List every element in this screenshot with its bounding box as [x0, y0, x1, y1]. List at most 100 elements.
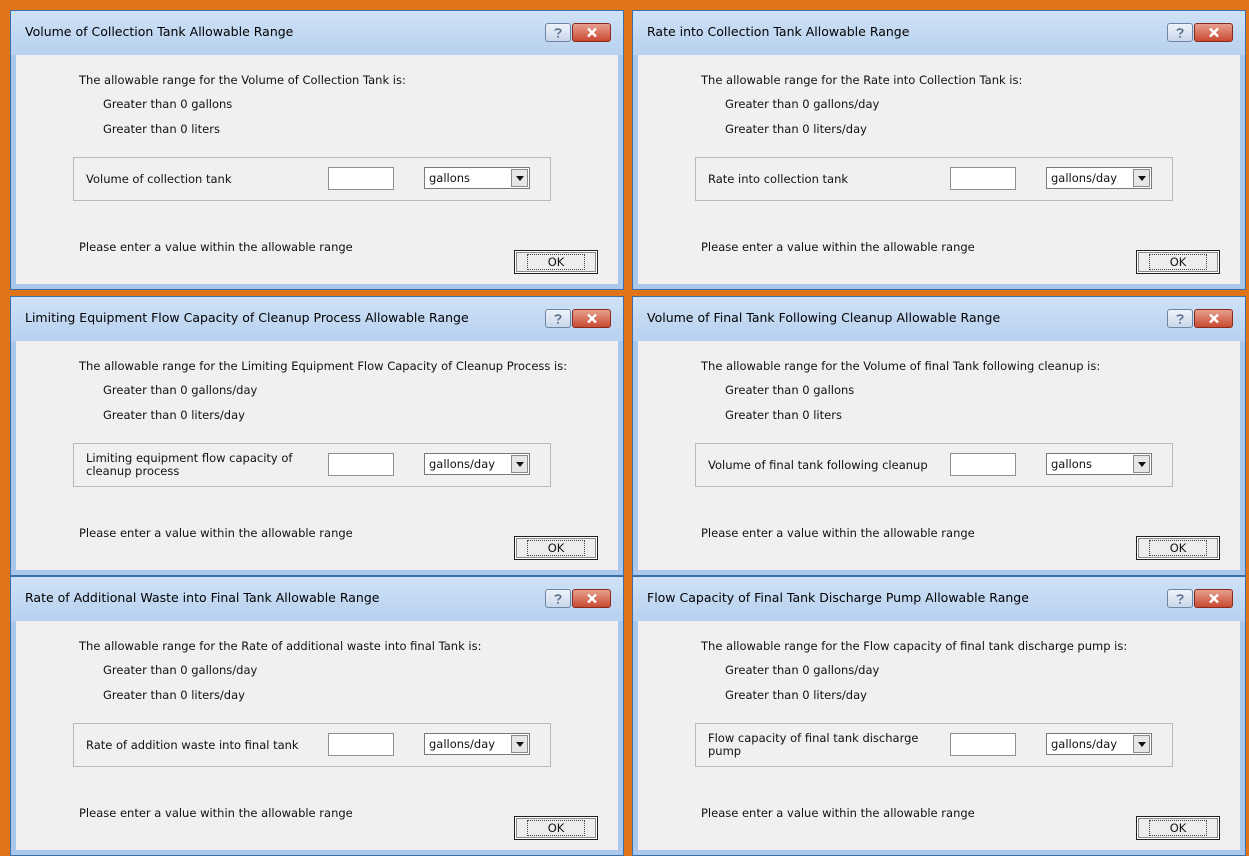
close-button[interactable] [572, 309, 611, 328]
value-input[interactable] [950, 453, 1016, 476]
dropdown-button[interactable] [511, 169, 528, 187]
title-bar[interactable]: Volume of Final Tank Following Cleanup A… [633, 297, 1245, 341]
value-input[interactable] [328, 733, 394, 756]
help-icon [554, 27, 562, 38]
ok-button-label: OK [526, 254, 586, 270]
range-metric-units: Greater than 0 liters [103, 122, 220, 136]
ok-button[interactable]: OK [1136, 536, 1220, 560]
dropdown-button[interactable] [1133, 169, 1150, 187]
help-button[interactable] [545, 23, 571, 42]
close-icon [1208, 313, 1219, 324]
help-button[interactable] [545, 309, 571, 328]
unit-select[interactable]: gallons/day [424, 453, 530, 475]
title-bar[interactable]: Volume of Collection Tank Allowable Rang… [11, 11, 623, 55]
value-input[interactable] [950, 167, 1016, 190]
ok-button[interactable]: OK [1136, 250, 1220, 274]
range-intro-text: The allowable range for the Volume of Co… [79, 73, 406, 87]
range-metric-units: Greater than 0 liters/day [103, 688, 245, 702]
input-group: Rate of addition waste into final tank g… [73, 723, 551, 767]
unit-select[interactable]: gallons/day [424, 733, 530, 755]
title-bar[interactable]: Flow Capacity of Final Tank Discharge Pu… [633, 577, 1245, 621]
title-bar[interactable]: Rate of Additional Waste into Final Tank… [11, 577, 623, 621]
range-us-units: Greater than 0 gallons/day [103, 383, 258, 397]
validation-message: Please enter a value within the allowabl… [701, 526, 975, 540]
help-button[interactable] [1167, 309, 1193, 328]
unit-select[interactable]: gallons/day [1046, 167, 1152, 189]
range-intro-text: The allowable range for the Limiting Equ… [79, 359, 568, 373]
dialog-window: Limiting Equipment Flow Capacity of Clea… [10, 296, 624, 576]
dialog-body: The allowable range for the Limiting Equ… [17, 341, 617, 569]
dialog-title: Flow Capacity of Final Tank Discharge Pu… [647, 590, 1029, 605]
field-label: Rate of addition waste into final tank [86, 737, 299, 752]
range-intro-text: The allowable range for the Rate of addi… [79, 639, 482, 653]
dialog-title: Rate of Additional Waste into Final Tank… [25, 590, 380, 605]
help-button[interactable] [545, 589, 571, 608]
range-intro-text: The allowable range for the Flow capacit… [701, 639, 1128, 653]
validation-message: Please enter a value within the allowabl… [701, 240, 975, 254]
input-group: Flow capacity of final tank discharge pu… [695, 723, 1173, 767]
dropdown-button[interactable] [511, 455, 528, 473]
range-us-units: Greater than 0 gallons/day [725, 663, 880, 677]
input-group: Rate into collection tank gallons/day [695, 157, 1173, 201]
ok-button[interactable]: OK [514, 250, 598, 274]
close-button[interactable] [572, 589, 611, 608]
value-input[interactable] [328, 453, 394, 476]
help-icon [554, 313, 562, 324]
title-bar[interactable]: Rate into Collection Tank Allowable Rang… [633, 11, 1245, 55]
unit-select[interactable]: gallons [424, 167, 530, 189]
range-us-units: Greater than 0 gallons [725, 383, 855, 397]
close-icon [1208, 593, 1219, 604]
ok-button[interactable]: OK [514, 816, 598, 840]
help-icon [554, 593, 562, 604]
title-bar[interactable]: Limiting Equipment Flow Capacity of Clea… [11, 297, 623, 341]
dialog-window: Volume of Collection Tank Allowable Rang… [10, 10, 624, 290]
ok-button[interactable]: OK [514, 536, 598, 560]
dialog-body: The allowable range for the Rate into Co… [639, 55, 1239, 283]
dropdown-arrow-icon [515, 461, 524, 467]
field-label: Rate into collection tank [708, 171, 849, 186]
dialog-title: Volume of Final Tank Following Cleanup A… [647, 310, 1001, 325]
dropdown-button[interactable] [511, 735, 528, 753]
close-button[interactable] [1194, 589, 1233, 608]
range-metric-units: Greater than 0 liters/day [103, 408, 245, 422]
dialog-title: Volume of Collection Tank Allowable Rang… [25, 24, 294, 39]
close-icon [586, 593, 597, 604]
validation-message: Please enter a value within the allowabl… [79, 240, 353, 254]
ok-button-label: OK [526, 820, 586, 836]
dialog-window: Rate of Additional Waste into Final Tank… [10, 576, 624, 856]
ok-button-label: OK [1148, 254, 1208, 270]
validation-message: Please enter a value within the allowabl… [79, 526, 353, 540]
close-icon [1208, 27, 1219, 38]
unit-selected-value: gallons/day [429, 457, 496, 471]
dialog-body: The allowable range for the Flow capacit… [639, 621, 1239, 849]
close-button[interactable] [572, 23, 611, 42]
close-button[interactable] [1194, 309, 1233, 328]
unit-select[interactable]: gallons/day [1046, 733, 1152, 755]
unit-selected-value: gallons [429, 171, 471, 185]
range-intro-text: The allowable range for the Rate into Co… [701, 73, 1023, 87]
unit-selected-value: gallons [1051, 457, 1093, 471]
unit-select[interactable]: gallons [1046, 453, 1152, 475]
value-input[interactable] [328, 167, 394, 190]
close-button[interactable] [1194, 23, 1233, 42]
validation-message: Please enter a value within the allowabl… [701, 806, 975, 820]
dialog-body: The allowable range for the Rate of addi… [17, 621, 617, 849]
unit-selected-value: gallons/day [1051, 737, 1118, 751]
dropdown-arrow-icon [1137, 175, 1146, 181]
input-group: Limiting equipment flow capacity of clea… [73, 443, 551, 487]
dialog-window: Rate into Collection Tank Allowable Rang… [632, 10, 1246, 290]
range-us-units: Greater than 0 gallons/day [725, 97, 880, 111]
value-input[interactable] [950, 733, 1016, 756]
help-button[interactable] [1167, 589, 1193, 608]
close-icon [586, 313, 597, 324]
dialog-body: The allowable range for the Volume of Co… [17, 55, 617, 283]
input-group: Volume of final tank following cleanup g… [695, 443, 1173, 487]
help-button[interactable] [1167, 23, 1193, 42]
field-label: Flow capacity of final tank discharge pu… [708, 731, 919, 758]
dropdown-arrow-icon [1137, 461, 1146, 467]
dropdown-button[interactable] [1133, 735, 1150, 753]
ok-button[interactable]: OK [1136, 816, 1220, 840]
unit-selected-value: gallons/day [1051, 171, 1118, 185]
dropdown-button[interactable] [1133, 455, 1150, 473]
dialog-title: Limiting Equipment Flow Capacity of Clea… [25, 310, 469, 325]
